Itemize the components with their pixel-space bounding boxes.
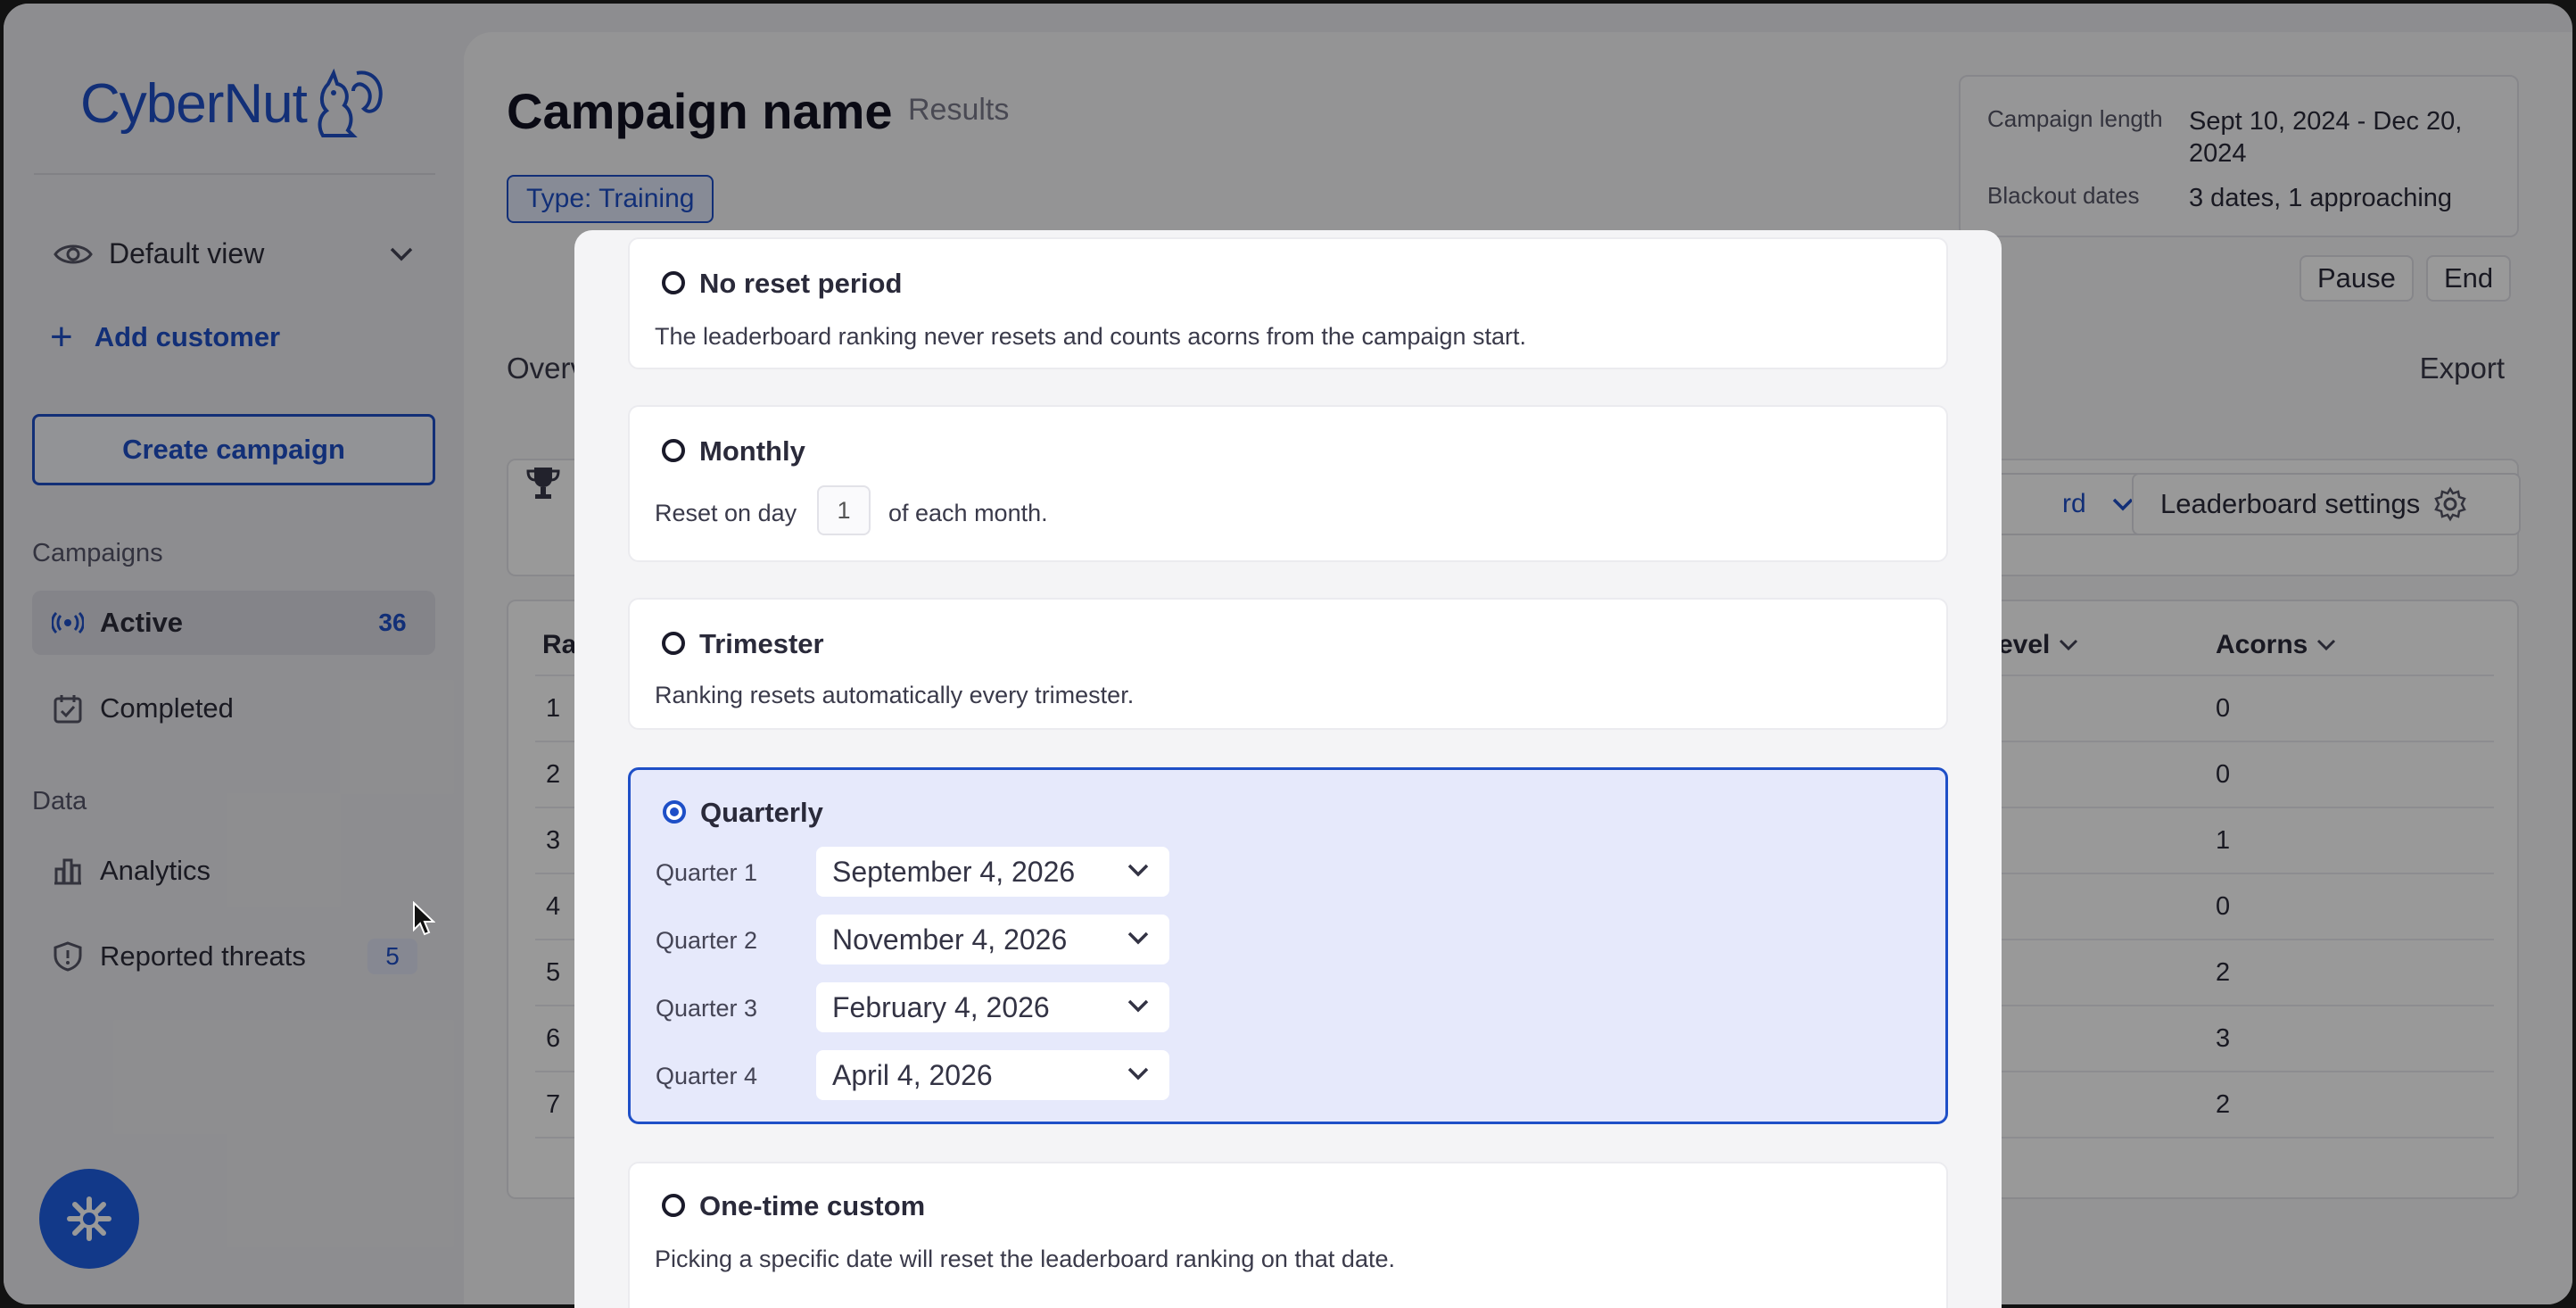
reset-period-modal: No reset period The leaderboard ranking …	[574, 230, 2002, 1308]
chevron-down-icon	[1127, 864, 1149, 877]
chevron-down-icon	[1127, 999, 1149, 1013]
option-monthly[interactable]: Monthly Reset on day 1 of each month.	[628, 405, 1948, 562]
reset-day-suffix: of each month.	[888, 500, 1048, 526]
option-trimester[interactable]: Trimester Ranking resets automatically e…	[628, 598, 1948, 730]
option-quarterly[interactable]: Quarterly Quarter 1 September 4, 2026 Qu…	[628, 767, 1948, 1124]
quarter-label: Quarter 4	[656, 1063, 758, 1089]
reset-day-prefix: Reset on day	[655, 500, 797, 526]
option-title: Quarterly	[700, 797, 823, 828]
option-description: Ranking resets automatically every trime…	[655, 682, 1135, 708]
quarter-date-value: April 4, 2026	[832, 1058, 993, 1091]
radio-one-time-custom[interactable]	[662, 1194, 685, 1217]
chevron-down-icon	[1127, 1067, 1149, 1080]
quarter-4-date-select[interactable]: April 4, 2026	[816, 1050, 1169, 1100]
option-description: The leaderboard ranking never resets and…	[655, 323, 1527, 350]
option-description: Picking a specific date will reset the l…	[655, 1246, 1395, 1272]
option-one-time-custom[interactable]: One-time custom Picking a specific date …	[628, 1162, 1948, 1308]
quarter-3-date-select[interactable]: February 4, 2026	[816, 982, 1169, 1032]
quarter-label: Quarter 2	[656, 927, 758, 954]
mouse-pointer-icon	[413, 901, 435, 936]
quarter-label: Quarter 1	[656, 859, 758, 886]
radio-no-reset[interactable]	[662, 271, 685, 294]
quarter-date-value: September 4, 2026	[832, 855, 1076, 888]
radio-quarterly[interactable]	[663, 800, 686, 824]
option-title: No reset period	[699, 268, 903, 299]
quarter-date-value: February 4, 2026	[832, 990, 1050, 1023]
option-title: Monthly	[699, 435, 805, 467]
radio-monthly[interactable]	[662, 439, 685, 462]
chevron-down-icon	[1127, 931, 1149, 945]
quarter-date-value: November 4, 2026	[832, 923, 1068, 956]
radio-trimester[interactable]	[662, 632, 685, 655]
option-no-reset[interactable]: No reset period The leaderboard ranking …	[628, 237, 1948, 369]
quarter-label: Quarter 3	[656, 995, 758, 1022]
option-title: Trimester	[699, 628, 824, 659]
reset-day-input[interactable]: 1	[817, 485, 871, 535]
quarter-2-date-select[interactable]: November 4, 2026	[816, 915, 1169, 964]
quarter-1-date-select[interactable]: September 4, 2026	[816, 847, 1169, 897]
option-title: One-time custom	[699, 1190, 926, 1221]
